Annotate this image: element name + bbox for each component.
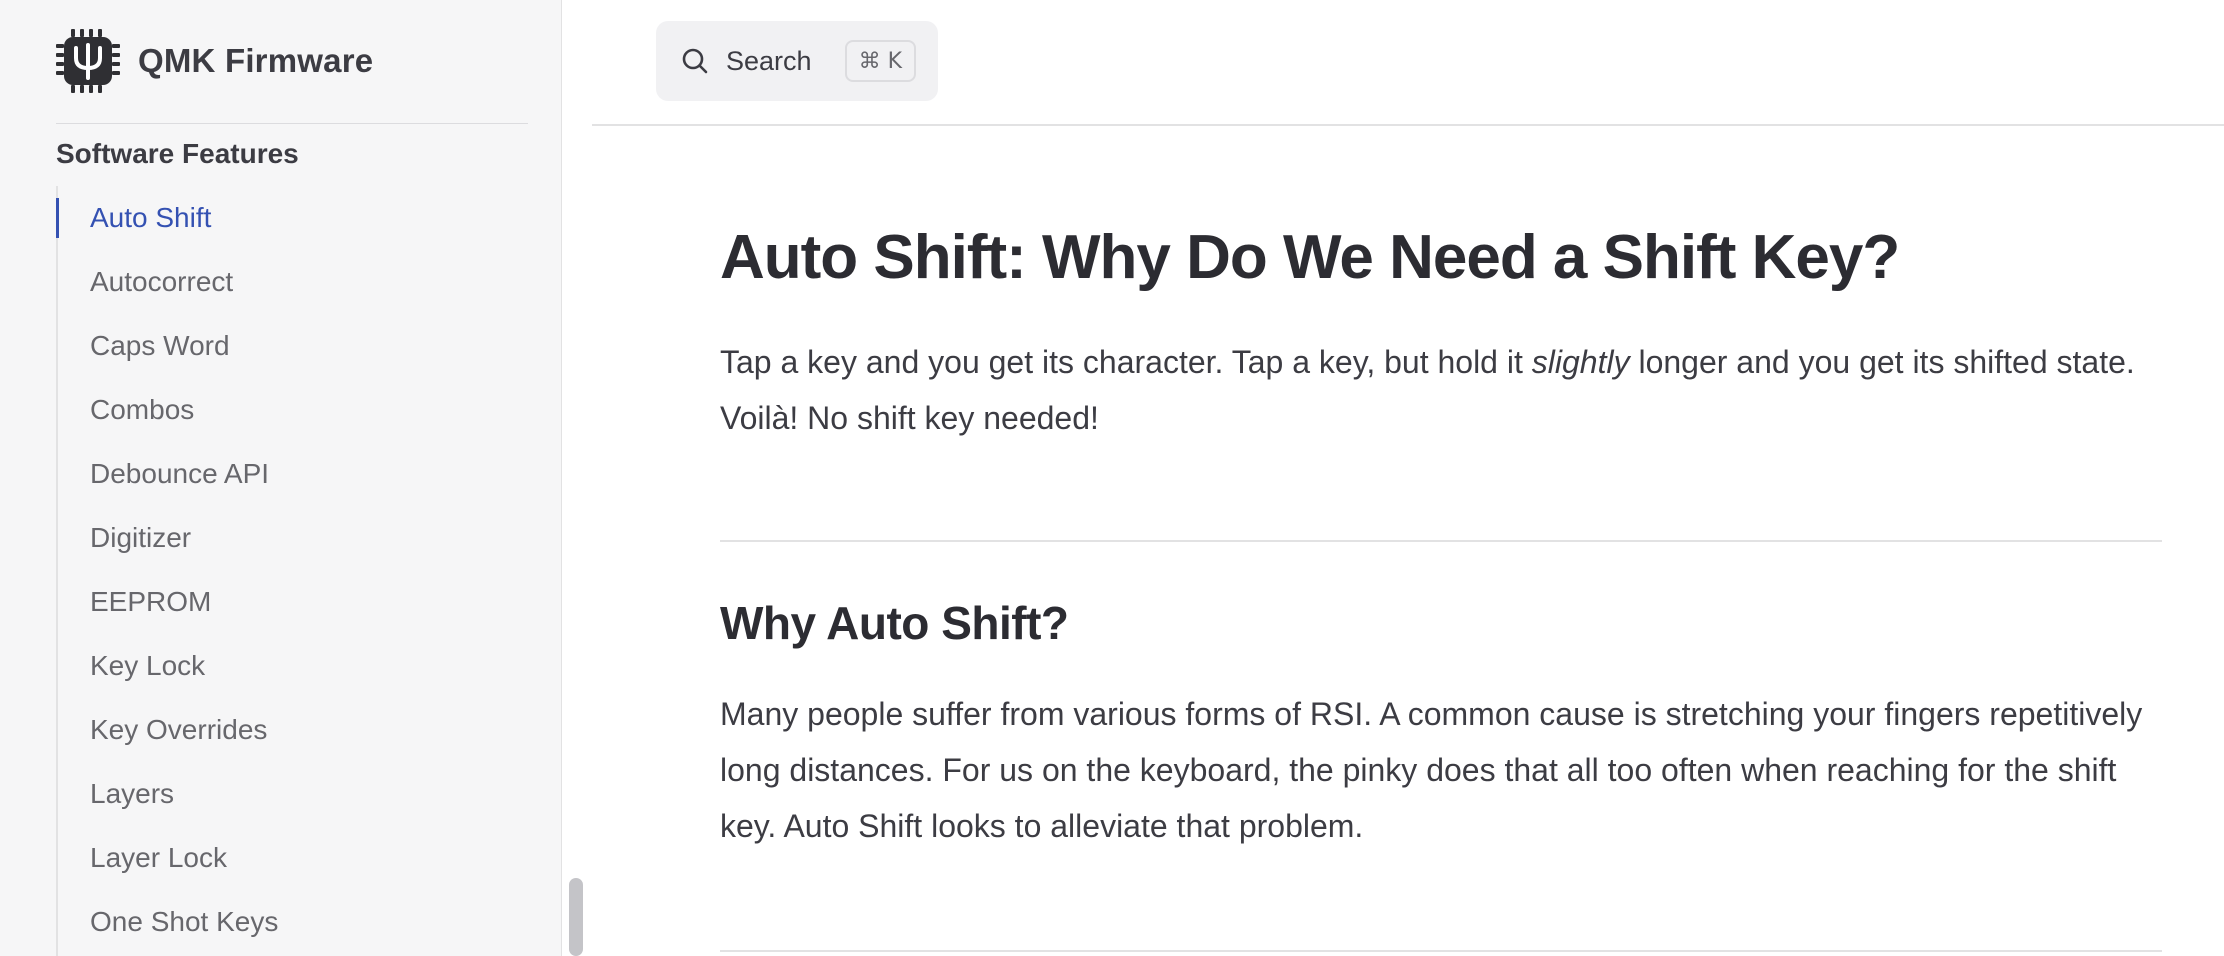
- search-button[interactable]: Search ⌘ K: [656, 21, 938, 101]
- sidebar-item-auto-shift[interactable]: Auto Shift: [56, 186, 528, 250]
- sidebar-item-layer-lock[interactable]: Layer Lock: [58, 826, 528, 890]
- sidebar-item-key-lock[interactable]: Key Lock: [58, 634, 528, 698]
- search-label: Search: [726, 45, 812, 76]
- sidebar-section-title: Software Features: [56, 138, 299, 169]
- sidebar-item-combos[interactable]: Combos: [58, 378, 528, 442]
- sidebar: QMK Firmware Software Features Auto Shif…: [0, 0, 583, 956]
- search-icon: [682, 48, 708, 74]
- section-heading: Why Auto Shift?: [720, 597, 1069, 649]
- sidebar-item-layers[interactable]: Layers: [58, 762, 528, 826]
- intro-emphasis: slightly: [1531, 344, 1630, 380]
- intro-text-start: Tap a key and you get its character. Tap…: [720, 344, 1532, 380]
- page-title: Auto Shift: Why Do We Need a Shift Key?: [720, 223, 1900, 292]
- section-divider: [720, 540, 2162, 542]
- intro-paragraph: Tap a key and you get its character. Tap…: [720, 334, 2162, 446]
- sidebar-item-eeprom[interactable]: EEPROM: [58, 570, 528, 634]
- sidebar-item-key-overrides[interactable]: Key Overrides: [58, 698, 528, 762]
- brand-link[interactable]: QMK Firmware: [56, 26, 373, 96]
- sidebar-item-caps-word[interactable]: Caps Word: [58, 314, 528, 378]
- top-bar: Search ⌘ K: [592, 0, 2224, 126]
- section-paragraph: Many people suffer from various forms of…: [720, 696, 2143, 844]
- brand-title: QMK Firmware: [138, 42, 374, 79]
- sidebar-item-digitizer[interactable]: Digitizer: [58, 506, 528, 570]
- sidebar-nav: Auto Shift Autocorrect Caps Word Combos …: [56, 186, 528, 956]
- qmk-logo-icon: [56, 29, 120, 93]
- sidebar-divider: [56, 123, 528, 124]
- sidebar-item-debounce-api[interactable]: Debounce API: [58, 442, 528, 506]
- sidebar-item-one-shot-keys[interactable]: One Shot Keys: [58, 890, 528, 954]
- section-divider-bottom: [720, 950, 2162, 952]
- sidebar-scrollbar[interactable]: [569, 878, 583, 956]
- search-shortcut-badge: ⌘ K: [844, 40, 916, 82]
- sidebar-item-autocorrect[interactable]: Autocorrect: [58, 250, 528, 314]
